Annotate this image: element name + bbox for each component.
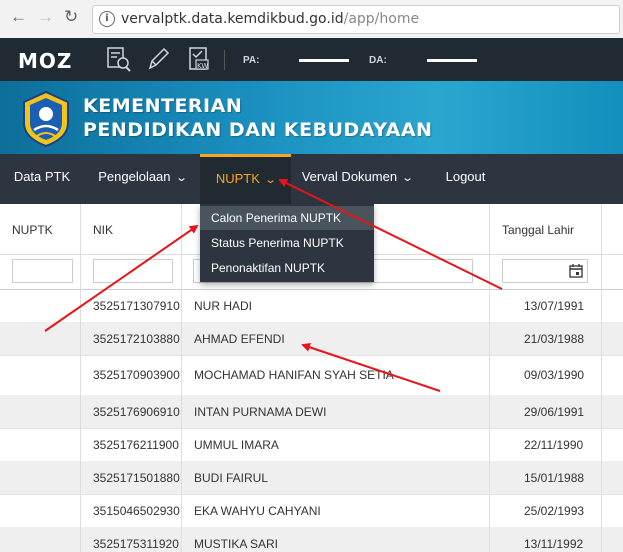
menu-item-logout[interactable]: Logout (423, 154, 508, 204)
column-header-nuptk[interactable]: NUPTK (12, 223, 53, 237)
tanggal-lahir-cell: 13/07/1991 (524, 299, 585, 313)
menu-item-nuptk[interactable]: NUPTK ⌄ (200, 154, 291, 207)
site-banner: KEMENTERIAN PENDIDIKAN DAN KEBUDAYAAN (0, 81, 623, 154)
menu-label: Pengelolaan (98, 169, 171, 184)
nik-cell: 3525170903900 (93, 368, 180, 382)
menu-label: Data PTK (13, 169, 71, 184)
main-menu: Data PTK Pengelolaan ⌄ NUPTK ⌄ Verval Doku… (0, 154, 623, 207)
chevron-down-icon: ⌄ (264, 174, 277, 186)
table-row[interactable]: 3515046502930 EKA WAHYU CAHYANI 25/02/19… (0, 494, 623, 528)
banner-title-line1: KEMENTERIAN (83, 95, 243, 117)
nama-cell: MOCHAMAD HANIFAN SYAH SETIA (194, 368, 394, 382)
moz-toolbar: MOZ KW PA: DA: (0, 38, 623, 81)
site-info-icon[interactable]: i (99, 11, 115, 27)
column-header-nik[interactable]: NIK (93, 223, 113, 237)
tanggal-lahir-cell: 21/03/1988 (524, 332, 585, 346)
nik-cell: 3525176906910 (93, 405, 180, 419)
browser-toolbar: ← → ↻ i vervalptk.data.kemdikbud.go.id/a… (0, 0, 623, 39)
dropdown-item-calon-penerima-nuptk[interactable]: Calon Penerima NUPTK (200, 206, 374, 230)
table-row[interactable]: 3525176211900 UMMUL IMARA 22/11/1990 (0, 428, 623, 462)
pencil-icon[interactable] (146, 45, 172, 73)
tanggal-lahir-cell: 13/11/1992 (524, 537, 584, 551)
da-label: DA: (369, 55, 387, 66)
nik-cell: 3525176211900 (93, 438, 179, 452)
keyword-checklist-icon[interactable]: KW (186, 45, 212, 73)
chevron-down-icon: ⌄ (401, 172, 415, 184)
column-divider (601, 204, 602, 552)
nama-cell: NUR HADI (194, 299, 253, 313)
reload-icon[interactable]: ↻ (64, 7, 78, 27)
table-row[interactable]: 3525172103880 AHMAD EFENDI 21/03/1988 (0, 322, 623, 356)
tanggal-lahir-cell: 22/11/1990 (524, 438, 584, 452)
nuptk-filter-input[interactable] (12, 259, 73, 283)
nama-cell: BUDI FAIRUL (194, 471, 269, 485)
menu-label: Logout (445, 169, 486, 184)
forward-icon[interactable]: → (37, 7, 54, 27)
menu-label: NUPTK (215, 171, 260, 186)
page-analysis-icon[interactable] (106, 45, 132, 73)
address-bar[interactable]: i vervalptk.data.kemdikbud.go.id/app/hom… (92, 5, 620, 34)
nama-cell: MUSTIKA SARI (194, 537, 279, 551)
menu-item-verval-dokumen[interactable]: Verval Dokumen ⌄ (291, 154, 423, 204)
banner-title-line2: PENDIDIKAN DAN KEBUDAYAAN (83, 119, 433, 141)
table-row[interactable]: 3525176906910 INTAN PURNAMA DEWI 29/06/1… (0, 395, 623, 429)
nik-cell: 3525171501880 (93, 471, 180, 485)
tanggal-lahir-cell: 09/03/1990 (524, 368, 585, 382)
column-header-tanggal-lahir[interactable]: Tanggal Lahir (502, 223, 574, 237)
nama-cell: INTAN PURNAMA DEWI (194, 405, 327, 419)
menu-label: Verval Dokumen (301, 169, 398, 184)
column-divider (489, 204, 490, 552)
table-row[interactable]: 3525171501880 BUDI FAIRUL 15/01/1988 (0, 461, 623, 495)
nuptk-dropdown-menu: Calon Penerima NUPTK Status Penerima NUP… (200, 204, 374, 282)
chevron-down-icon: ⌄ (174, 172, 188, 184)
nama-cell: AHMAD EFENDI (194, 332, 285, 346)
column-divider (80, 204, 81, 552)
tanggal-lahir-cell: 15/01/1988 (524, 471, 585, 485)
nama-cell: UMMUL IMARA (194, 438, 279, 452)
nik-cell: 3515046502930 (93, 504, 180, 518)
moz-logo: MOZ (18, 49, 73, 73)
url-text[interactable]: vervalptk.data.kemdikbud.go.id/app/home (121, 11, 419, 27)
nik-cell: 3525172103880 (93, 332, 180, 346)
dropdown-item-status-penerima-nuptk[interactable]: Status Penerima NUPTK (200, 231, 374, 255)
url-host: vervalptk.data.kemdikbud.go.id (121, 11, 344, 27)
kemdikbud-logo (23, 90, 69, 148)
pa-label: PA: (243, 55, 260, 66)
da-value-bar (427, 59, 477, 62)
nik-filter-input[interactable] (93, 259, 173, 283)
url-path: /app/home (343, 11, 420, 27)
nama-cell: EKA WAHYU CAHYANI (194, 504, 321, 518)
menu-item-pengelolaan[interactable]: Pengelolaan ⌄ (84, 154, 200, 204)
dropdown-item-penonaktifan-nuptk[interactable]: Penonaktifan NUPTK (200, 256, 374, 280)
back-icon[interactable]: ← (10, 7, 27, 27)
svg-text:KW: KW (197, 62, 208, 70)
column-divider (181, 204, 182, 552)
tanggal-lahir-cell: 29/06/1991 (524, 405, 585, 419)
pa-value-bar (299, 59, 349, 62)
table-row[interactable]: 3525171307910 NUR HADI 13/07/1991 (0, 289, 623, 323)
tanggal-lahir-cell: 25/02/1993 (524, 504, 585, 518)
tanggal-lahir-filter-input[interactable] (502, 259, 588, 283)
table-row[interactable]: 3525175311920 MUSTIKA SARI 13/11/1992 (0, 527, 623, 552)
menu-item-data-ptk[interactable]: Data PTK (0, 154, 84, 204)
calendar-icon[interactable] (569, 264, 583, 278)
nik-cell: 3525175311920 (93, 537, 179, 551)
toolbar-divider (224, 50, 225, 70)
nik-cell: 3525171307910 (93, 299, 180, 313)
table-row[interactable]: 3525170903900 MOCHAMAD HANIFAN SYAH SETI… (0, 355, 623, 396)
